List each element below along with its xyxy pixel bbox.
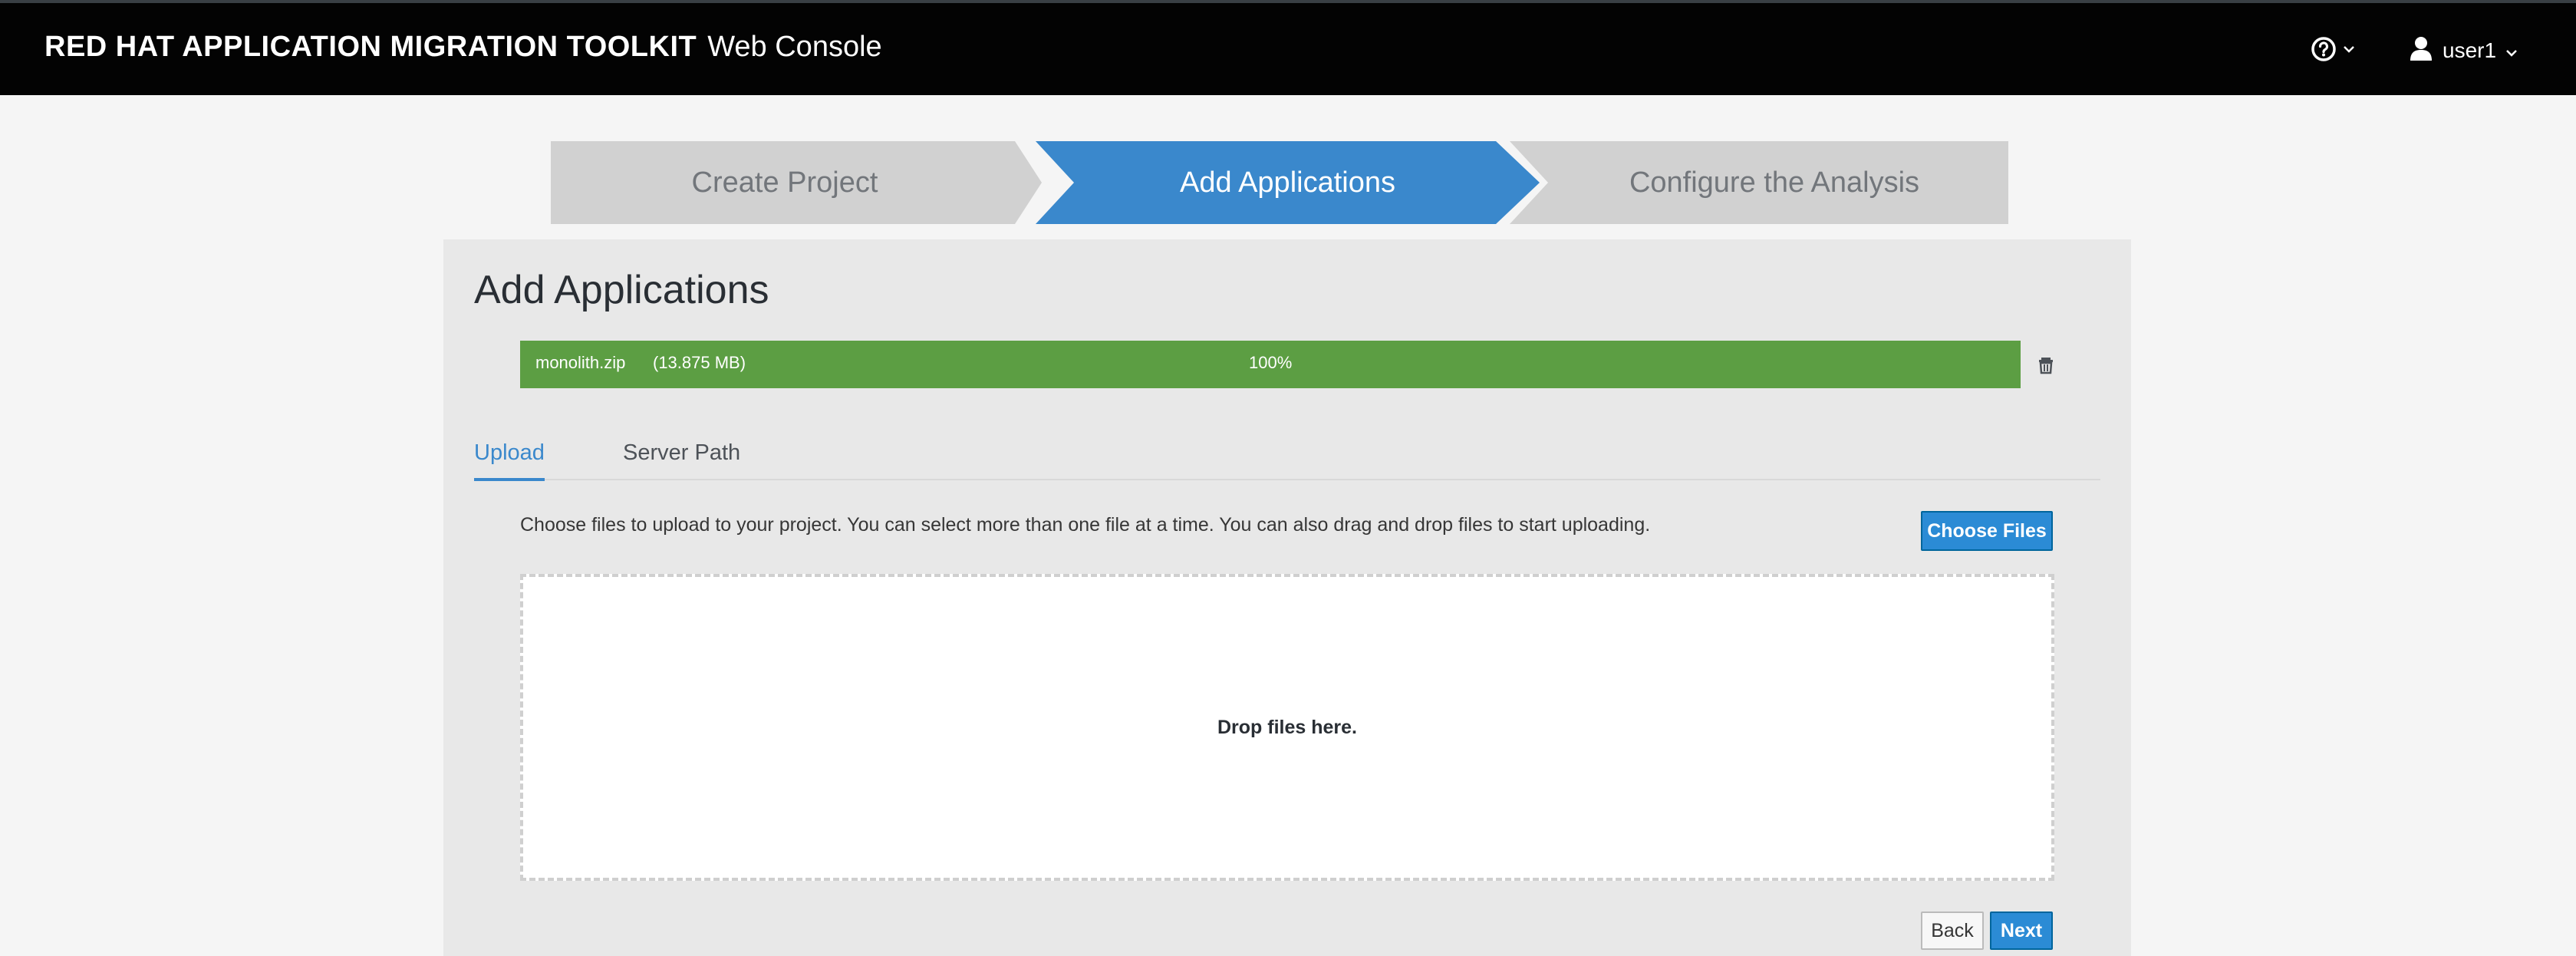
- upload-instructions: Choose files to upload to your project. …: [520, 514, 1651, 536]
- brand-subtitle: Web Console: [707, 31, 882, 63]
- tab-server-path[interactable]: Server Path: [623, 440, 740, 466]
- file-drop-zone[interactable]: Drop files here.: [520, 574, 2054, 881]
- chevron-down-icon: [2505, 38, 2518, 63]
- brand-name: RED HAT APPLICATION MIGRATION TOOLKIT: [44, 31, 697, 63]
- file-name: monolith.zip: [535, 353, 626, 372]
- user-icon: [2409, 35, 2433, 67]
- back-button[interactable]: Back: [1921, 911, 1984, 950]
- upload-progress-bar: monolith.zip (13.875 MB) 100%: [520, 341, 2021, 388]
- upload-item: monolith.zip (13.875 MB) 100%: [520, 341, 2085, 388]
- trash-icon[interactable]: [2033, 351, 2059, 377]
- masthead: RED HAT APPLICATION MIGRATION TOOLKIT Web…: [0, 0, 2576, 95]
- wizard-step-create-project[interactable]: Create Project: [551, 141, 1042, 224]
- user-menu[interactable]: user1: [2409, 35, 2518, 66]
- choose-files-button[interactable]: Choose Files: [1921, 511, 2053, 551]
- chevron-down-icon: [2343, 44, 2355, 58]
- help-menu[interactable]: [2311, 35, 2372, 66]
- next-button[interactable]: Next: [1990, 911, 2053, 950]
- question-circle-icon: [2311, 36, 2337, 66]
- wizard-step-label: Configure the Analysis: [1629, 166, 1920, 199]
- progress-percent: 100%: [1249, 353, 1293, 372]
- file-size: (13.875 MB): [653, 353, 746, 372]
- add-applications-panel: Add Applications monolith.zip (13.875 MB…: [443, 239, 2131, 956]
- upload-tabs: Upload Server Path: [474, 433, 2100, 481]
- user-name: user1: [2443, 38, 2497, 62]
- wizard-step-configure-analysis[interactable]: Configure the Analysis: [1510, 141, 2008, 224]
- tab-upload[interactable]: Upload: [474, 440, 545, 481]
- wizard-steps: Create Project Configure the Analysis Ad…: [551, 141, 2008, 224]
- wizard-step-label: Create Project: [691, 166, 878, 199]
- drop-zone-text: Drop files here.: [1217, 716, 1357, 738]
- page-title: Add Applications: [474, 268, 769, 312]
- brand-title: RED HAT APPLICATION MIGRATION TOOLKIT Web…: [44, 31, 882, 64]
- wizard-step-label: Add Applications: [1180, 166, 1395, 199]
- wizard-step-add-applications[interactable]: Add Applications: [1036, 141, 1540, 224]
